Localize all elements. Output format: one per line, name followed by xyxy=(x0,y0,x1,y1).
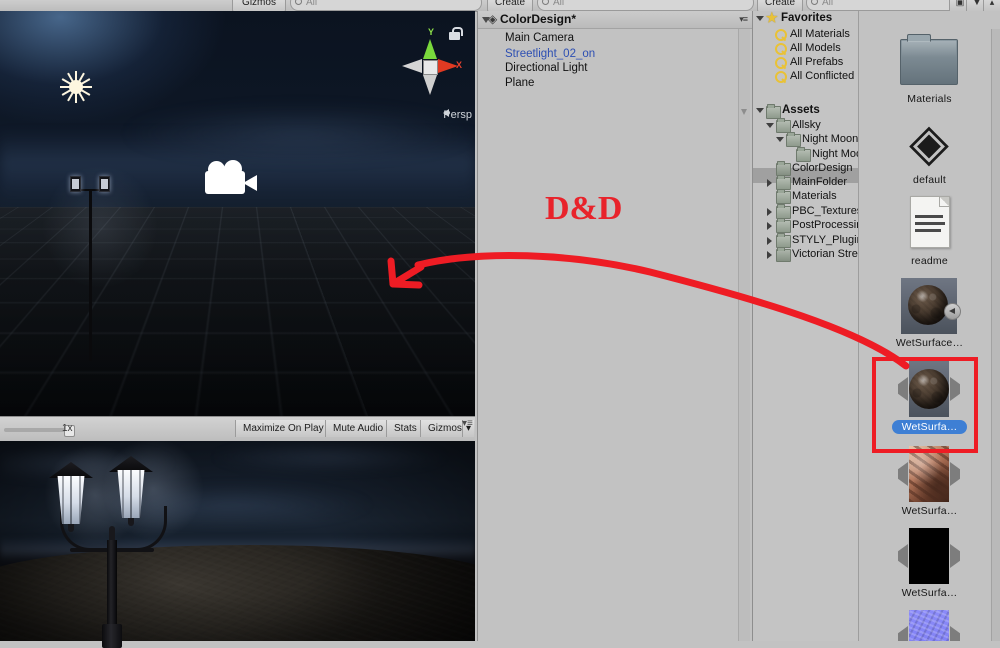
mainfolder-disclosure-icon[interactable] xyxy=(767,179,772,187)
search-icon xyxy=(775,43,787,56)
gizmo-cone-x-positive[interactable] xyxy=(438,59,458,73)
asset-label: WetSurfa… xyxy=(901,587,958,599)
asset-label: readme xyxy=(911,255,948,267)
main-camera-gizmo[interactable] xyxy=(205,160,265,199)
scene-search-input[interactable]: All xyxy=(290,0,482,11)
gizmo-center-cube[interactable] xyxy=(423,60,438,75)
asset-item-wetsurface-black[interactable]: WetSurfa… xyxy=(859,523,1000,613)
asset-label: Materials xyxy=(907,93,952,105)
unity-prefab-icon: ◈ xyxy=(909,114,949,172)
gizmo-cone-y-negative[interactable] xyxy=(423,75,437,95)
texture-icon xyxy=(898,527,960,585)
game-view-scale-value: 1x xyxy=(62,423,73,434)
folder-icon xyxy=(786,132,801,147)
projection-mode-label[interactable]: Persp xyxy=(406,109,472,121)
gizmo-cone-y-positive[interactable] xyxy=(423,39,437,59)
assets-disclosure-icon[interactable] xyxy=(756,108,764,113)
tree-label: Night MoonBurst xyxy=(812,148,858,160)
maximize-on-play-button[interactable]: Maximize On Play xyxy=(235,420,331,437)
victorian-disclosure-icon[interactable] xyxy=(767,251,772,259)
project-tree[interactable]: ★ Favorites All Materials All Models All… xyxy=(753,11,859,641)
tree-label: All Materials xyxy=(790,28,850,40)
star-icon: ★ xyxy=(766,11,778,25)
project-scrollbar[interactable] xyxy=(991,29,1000,641)
folder-icon xyxy=(776,218,791,233)
gizmo-cone-x-negative[interactable] xyxy=(402,59,422,73)
mute-audio-button[interactable]: Mute Audio xyxy=(325,420,391,437)
tree-label: All Prefabs xyxy=(790,56,844,68)
allsky-disclosure-icon[interactable] xyxy=(766,123,774,128)
hierarchy-item-streetlight[interactable]: Streetlight_02_on xyxy=(505,48,595,60)
asset-item-materials[interactable]: Materials xyxy=(859,29,1000,119)
hierarchy-item-main-camera[interactable]: Main Camera xyxy=(505,32,574,44)
asset-label: WetSurfa… xyxy=(901,505,958,517)
project-search-input[interactable]: All xyxy=(806,0,964,11)
hierarchy-scrollbar[interactable] xyxy=(738,29,750,641)
streetlight-object[interactable] xyxy=(68,171,114,361)
game-streetlight xyxy=(40,434,208,648)
hierarchy-scene-row[interactable]: ◈ ColorDesign* ▾≡ xyxy=(478,11,752,29)
gizmo-axis-y-label: Y xyxy=(428,27,435,37)
hierarchy-item-plane[interactable]: Plane xyxy=(505,77,534,89)
folder-icon xyxy=(900,33,958,91)
search-icon xyxy=(775,71,787,84)
project-panel: ★ Favorites All Materials All Models All… xyxy=(753,11,1000,641)
asset-item-readme[interactable]: readme xyxy=(859,191,1000,281)
drag-and-drop-label: D&D xyxy=(545,190,623,227)
tree-label: Materials xyxy=(792,190,837,202)
hierarchy-options-icon[interactable]: ▾≡ xyxy=(739,14,748,25)
tree-label: Assets xyxy=(782,104,820,116)
directional-light-gizmo[interactable] xyxy=(60,71,92,103)
asset-item-wetsurface-normal[interactable] xyxy=(859,605,1000,641)
scene-name-label: ColorDesign* xyxy=(500,12,577,26)
tree-label: PBC_Textures xyxy=(792,205,859,217)
material-preview-icon xyxy=(900,277,961,335)
tree-label: PostProcessing xyxy=(792,219,858,231)
scene-view[interactable]: Y X Persp xyxy=(0,11,475,416)
asset-grid[interactable]: Materials ◈ default readme WetSurface… W… xyxy=(859,11,1000,641)
tree-label: Favorites xyxy=(781,12,833,24)
hierarchy-panel: ◈ ColorDesign* ▾≡ Main Camera Streetligh… xyxy=(477,11,753,641)
tree-label: All Models xyxy=(790,42,841,54)
asset-label: default xyxy=(913,174,946,186)
folder-icon xyxy=(776,189,791,204)
pbc-disclosure-icon[interactable] xyxy=(767,208,772,216)
hierarchy-search-input[interactable]: All xyxy=(537,0,754,11)
tree-label: Allsky xyxy=(792,119,821,131)
game-view-toolbar: 1x Maximize On Play Mute Audio Stats Giz… xyxy=(0,416,475,442)
tree-label: Victorian Street xyxy=(792,248,858,260)
favorites-disclosure-icon[interactable] xyxy=(756,16,764,21)
asset-item-default[interactable]: ◈ default xyxy=(859,110,1000,200)
texture-icon xyxy=(898,609,960,641)
lock-icon[interactable] xyxy=(449,27,463,40)
folder-icon xyxy=(776,247,791,262)
tree-label: STYLY_Plugin xyxy=(792,234,859,246)
text-document-icon xyxy=(900,195,958,253)
asset-label: WetSurface… xyxy=(895,337,964,349)
stats-button[interactable]: Stats xyxy=(386,420,424,437)
tree-label: Night MoonBurst xyxy=(802,133,859,145)
texture-icon xyxy=(898,445,960,503)
search-icon xyxy=(775,57,787,70)
game-view-options-icon[interactable]: ▾≡ xyxy=(462,418,473,429)
unity-editor-window: Gizmos All Create All Create All ▣ ▼ ▴ Y… xyxy=(0,0,1000,648)
asset-item-wetsurface-material[interactable]: WetSurface… xyxy=(859,273,1000,363)
hierarchy-item-directional-light[interactable]: Directional Light xyxy=(505,62,587,74)
tree-label: All Conflicted xyxy=(790,70,855,82)
unity-scene-icon: ◈ xyxy=(488,12,498,26)
tree-label: ColorDesign xyxy=(792,162,853,174)
night-disclosure-icon[interactable] xyxy=(776,137,784,142)
search-icon xyxy=(775,29,787,42)
styly-disclosure-icon[interactable] xyxy=(767,237,772,245)
tree-label: MainFolder xyxy=(792,176,848,188)
selected-asset-highlight-box xyxy=(872,357,978,453)
postprocessing-disclosure-icon[interactable] xyxy=(767,222,772,230)
asset-item-wetsurface-albedo[interactable]: WetSurfa… xyxy=(859,441,1000,531)
game-view-scale-slider[interactable] xyxy=(4,425,75,437)
